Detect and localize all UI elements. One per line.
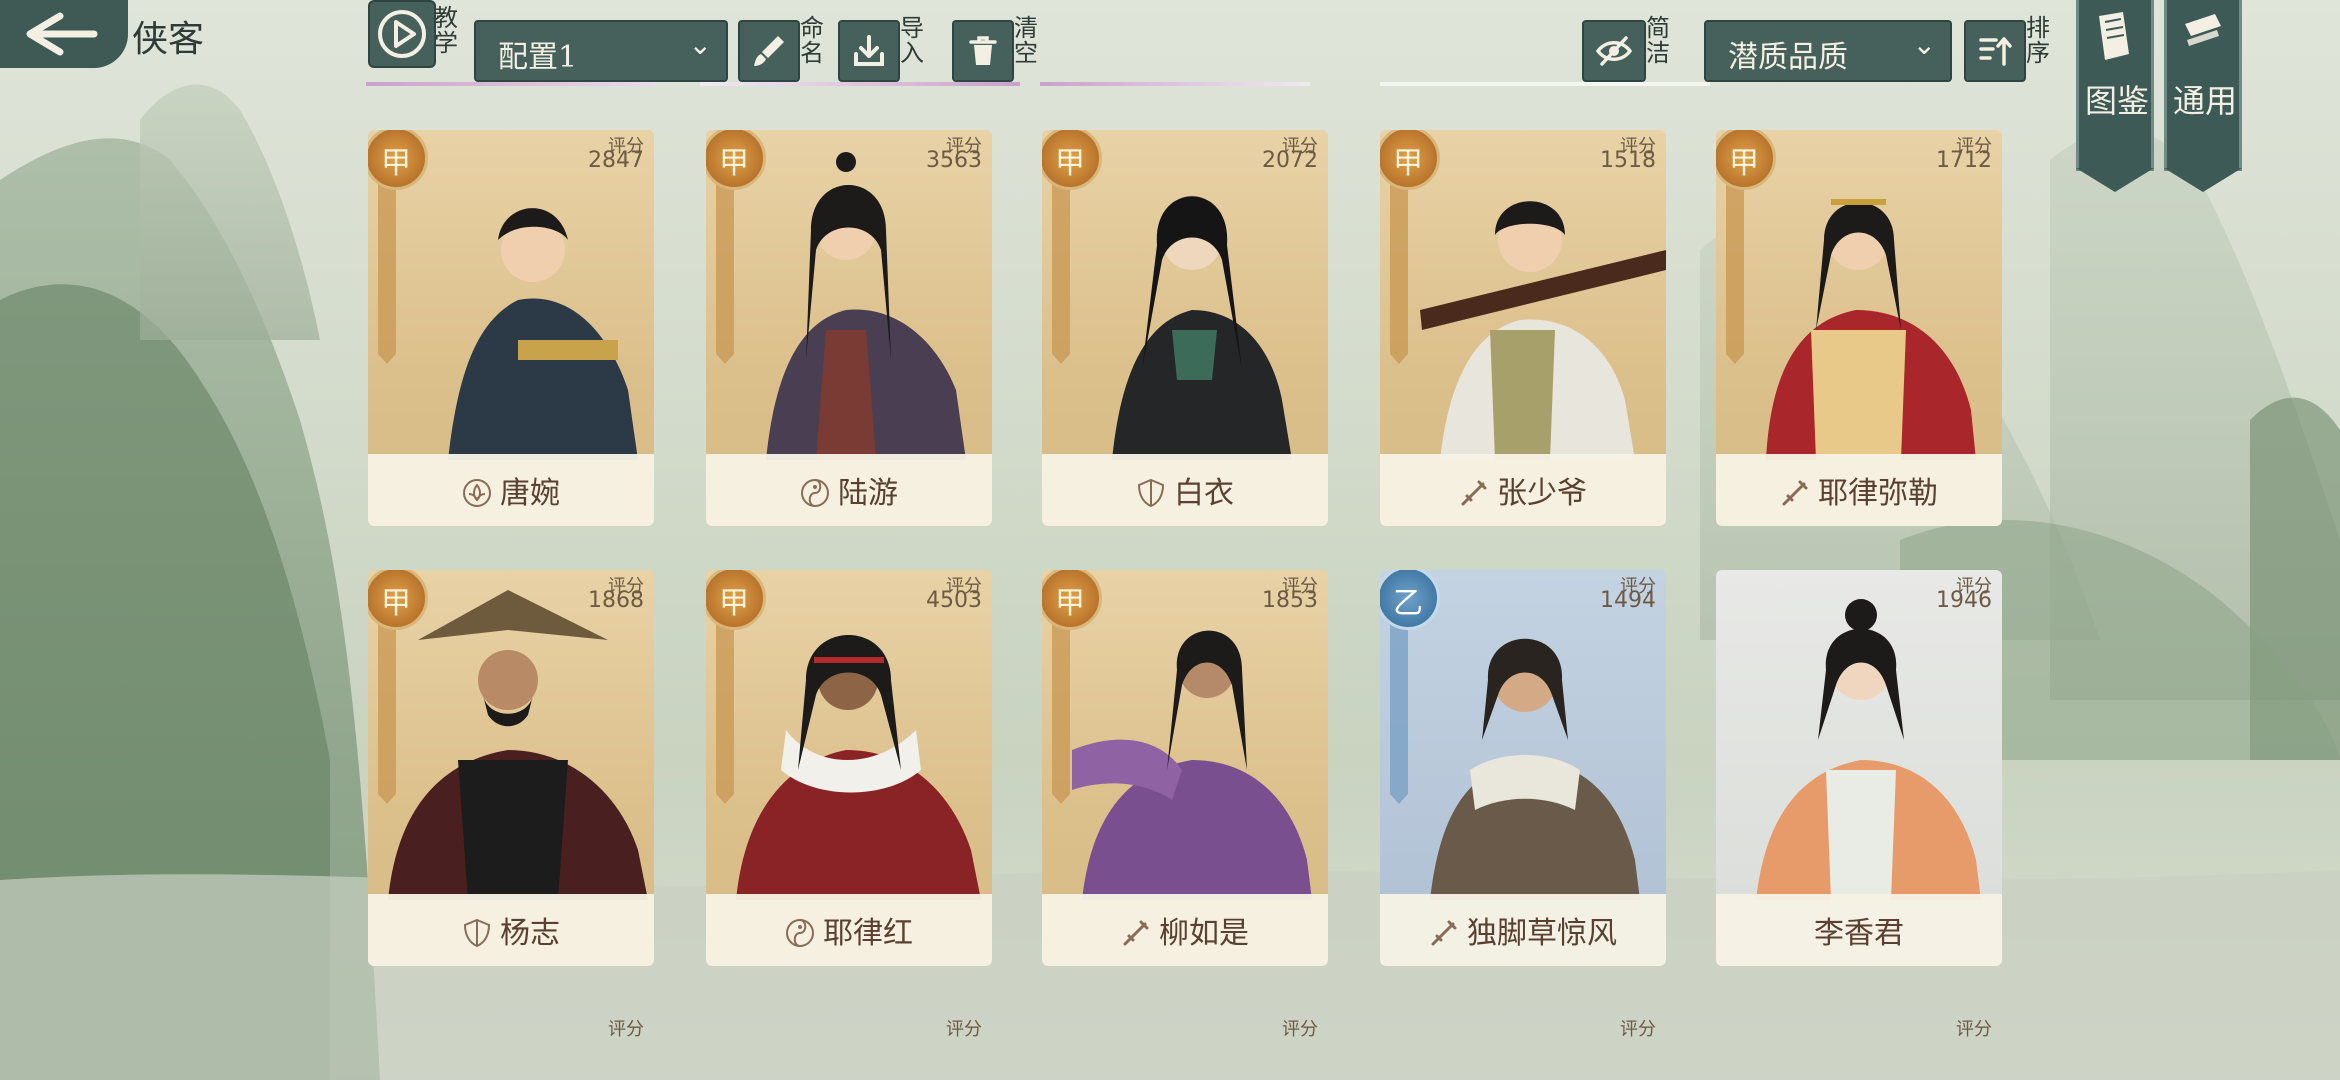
hero-name: 张少爷 <box>1380 468 1666 512</box>
hero-name: 耶律红 <box>706 908 992 952</box>
grade-badge: 甲 <box>1042 570 1102 630</box>
clear-button[interactable] <box>952 20 1014 82</box>
eye-off-icon <box>1596 36 1632 66</box>
lotus-icon <box>463 479 491 507</box>
back-button[interactable] <box>0 0 128 68</box>
grade-badge: 乙 <box>1380 570 1440 630</box>
next-row-card: 评分 <box>1160 1012 1328 1045</box>
score-value: 1494 <box>1600 588 1656 613</box>
hero-card[interactable]: 乙 评分 1494 独脚草惊风 <box>1380 570 1666 966</box>
next-row-card: 评分 <box>1500 1012 1666 1045</box>
divider-line <box>700 82 1020 86</box>
sword-icon <box>1782 480 1808 506</box>
download-icon <box>854 35 884 66</box>
hero-card[interactable]: 评分 1946 李香君 <box>1716 570 2002 966</box>
brush-icon <box>754 36 784 66</box>
play-icon <box>378 10 426 58</box>
divider-line <box>1380 82 1710 86</box>
simple-view-label: 简洁 <box>1646 14 1670 67</box>
hero-name: 杨志 <box>368 908 654 952</box>
shield-icon <box>1137 478 1165 508</box>
hero-name: 唐婉 <box>368 468 654 512</box>
score-value: 3563 <box>926 148 982 173</box>
yin-yang-icon <box>786 919 814 947</box>
next-row-card: 评分 <box>490 1012 654 1045</box>
hero-name: 柳如是 <box>1042 908 1328 952</box>
hero-name: 陆游 <box>706 468 992 512</box>
score-value: 4503 <box>926 588 982 613</box>
sort-label: 排序 <box>2026 14 2050 67</box>
yin-yang-icon <box>801 479 829 507</box>
trash-icon <box>969 36 997 65</box>
grade-badge: 甲 <box>1716 130 1776 190</box>
score-value: 1853 <box>1262 588 1318 613</box>
common-label: 通用 <box>2173 82 2238 120</box>
hero-card[interactable]: 甲 评分 2847 唐婉 <box>368 130 654 526</box>
clear-label: 清空 <box>1014 14 1038 67</box>
shield-icon <box>463 918 491 948</box>
grade-badge: 甲 <box>368 130 428 190</box>
score-value: 1518 <box>1600 148 1656 173</box>
sword-icon <box>1431 920 1457 946</box>
hero-name: 李香君 <box>1814 916 1904 951</box>
hero-card[interactable]: 甲 评分 1518 张少爷 <box>1380 130 1666 526</box>
tutorial-label: 教学 <box>434 4 458 57</box>
divider-line <box>1040 82 1310 86</box>
rank-ribbon <box>1052 184 1070 364</box>
hero-card[interactable]: 甲 评分 3563 陆游 <box>706 130 992 526</box>
grade-badge: 甲 <box>706 130 766 190</box>
book-icon <box>2099 12 2129 60</box>
sword-icon <box>1123 920 1149 946</box>
back-arrow-icon <box>26 12 98 56</box>
score-value: 1712 <box>1936 148 1992 173</box>
config-select[interactable]: 配置1 ⌄ <box>474 20 728 82</box>
grade-badge: 甲 <box>1380 130 1440 190</box>
scroll-icon <box>2185 14 2221 46</box>
rank-ribbon <box>1052 624 1070 804</box>
rank-ribbon <box>378 624 396 804</box>
chevron-down-icon: ⌄ <box>688 28 712 61</box>
rank-ribbon <box>1726 184 1744 364</box>
hero-card[interactable]: 甲 评分 1853 柳如是 <box>1042 570 1328 966</box>
hero-name: 独脚草惊风 <box>1380 908 1666 952</box>
hero-name: 耶律弥勒 <box>1716 468 2002 512</box>
score-value: 1868 <box>588 588 644 613</box>
chevron-down-icon: ⌄ <box>1912 28 1936 61</box>
rank-ribbon <box>1390 624 1408 804</box>
sword-icon <box>1461 480 1487 506</box>
next-row-card: 评分 <box>826 1012 992 1045</box>
config-select-value: 配置1 <box>498 40 578 75</box>
grade-badge: 甲 <box>368 570 428 630</box>
sort-select-value: 潜质品质 <box>1728 40 1848 75</box>
divider-line <box>366 82 656 86</box>
grade-badge: 甲 <box>706 570 766 630</box>
hero-name: 白衣 <box>1042 468 1328 512</box>
simple-view-button[interactable] <box>1582 20 1646 82</box>
hero-card[interactable]: 甲 评分 2072 白衣 <box>1042 130 1328 526</box>
hero-card[interactable]: 甲 评分 1712 耶律弥勒 <box>1716 130 2002 526</box>
score-value: 2072 <box>1262 148 1318 173</box>
score-value: 2847 <box>588 148 644 173</box>
grade-badge: 甲 <box>1042 130 1102 190</box>
sort-select[interactable]: 潜质品质 ⌄ <box>1704 20 1952 82</box>
sort-button[interactable] <box>1964 20 2026 82</box>
next-row-card: 评分 <box>1836 1012 2002 1045</box>
tutorial-button[interactable] <box>368 0 436 68</box>
codex-label: 图鉴 <box>2085 82 2150 120</box>
common-tab[interactable]: 通用 <box>2164 0 2242 192</box>
sort-icon <box>1979 37 2012 66</box>
codex-tab[interactable]: 图鉴 <box>2076 0 2154 192</box>
rank-ribbon <box>1390 184 1408 364</box>
rename-label: 命名 <box>800 14 824 67</box>
hero-card[interactable]: 甲 评分 4503 耶律红 <box>706 570 992 966</box>
hero-card[interactable]: 甲 评分 1868 杨志 <box>368 570 654 966</box>
rank-ribbon <box>716 624 734 804</box>
import-button[interactable] <box>838 20 900 82</box>
rank-ribbon <box>716 184 734 364</box>
page-title: 侠客 <box>132 19 205 60</box>
rank-ribbon <box>378 184 396 364</box>
rename-button[interactable] <box>738 20 800 82</box>
score-value: 1946 <box>1936 588 1992 613</box>
import-label: 导入 <box>900 14 924 67</box>
